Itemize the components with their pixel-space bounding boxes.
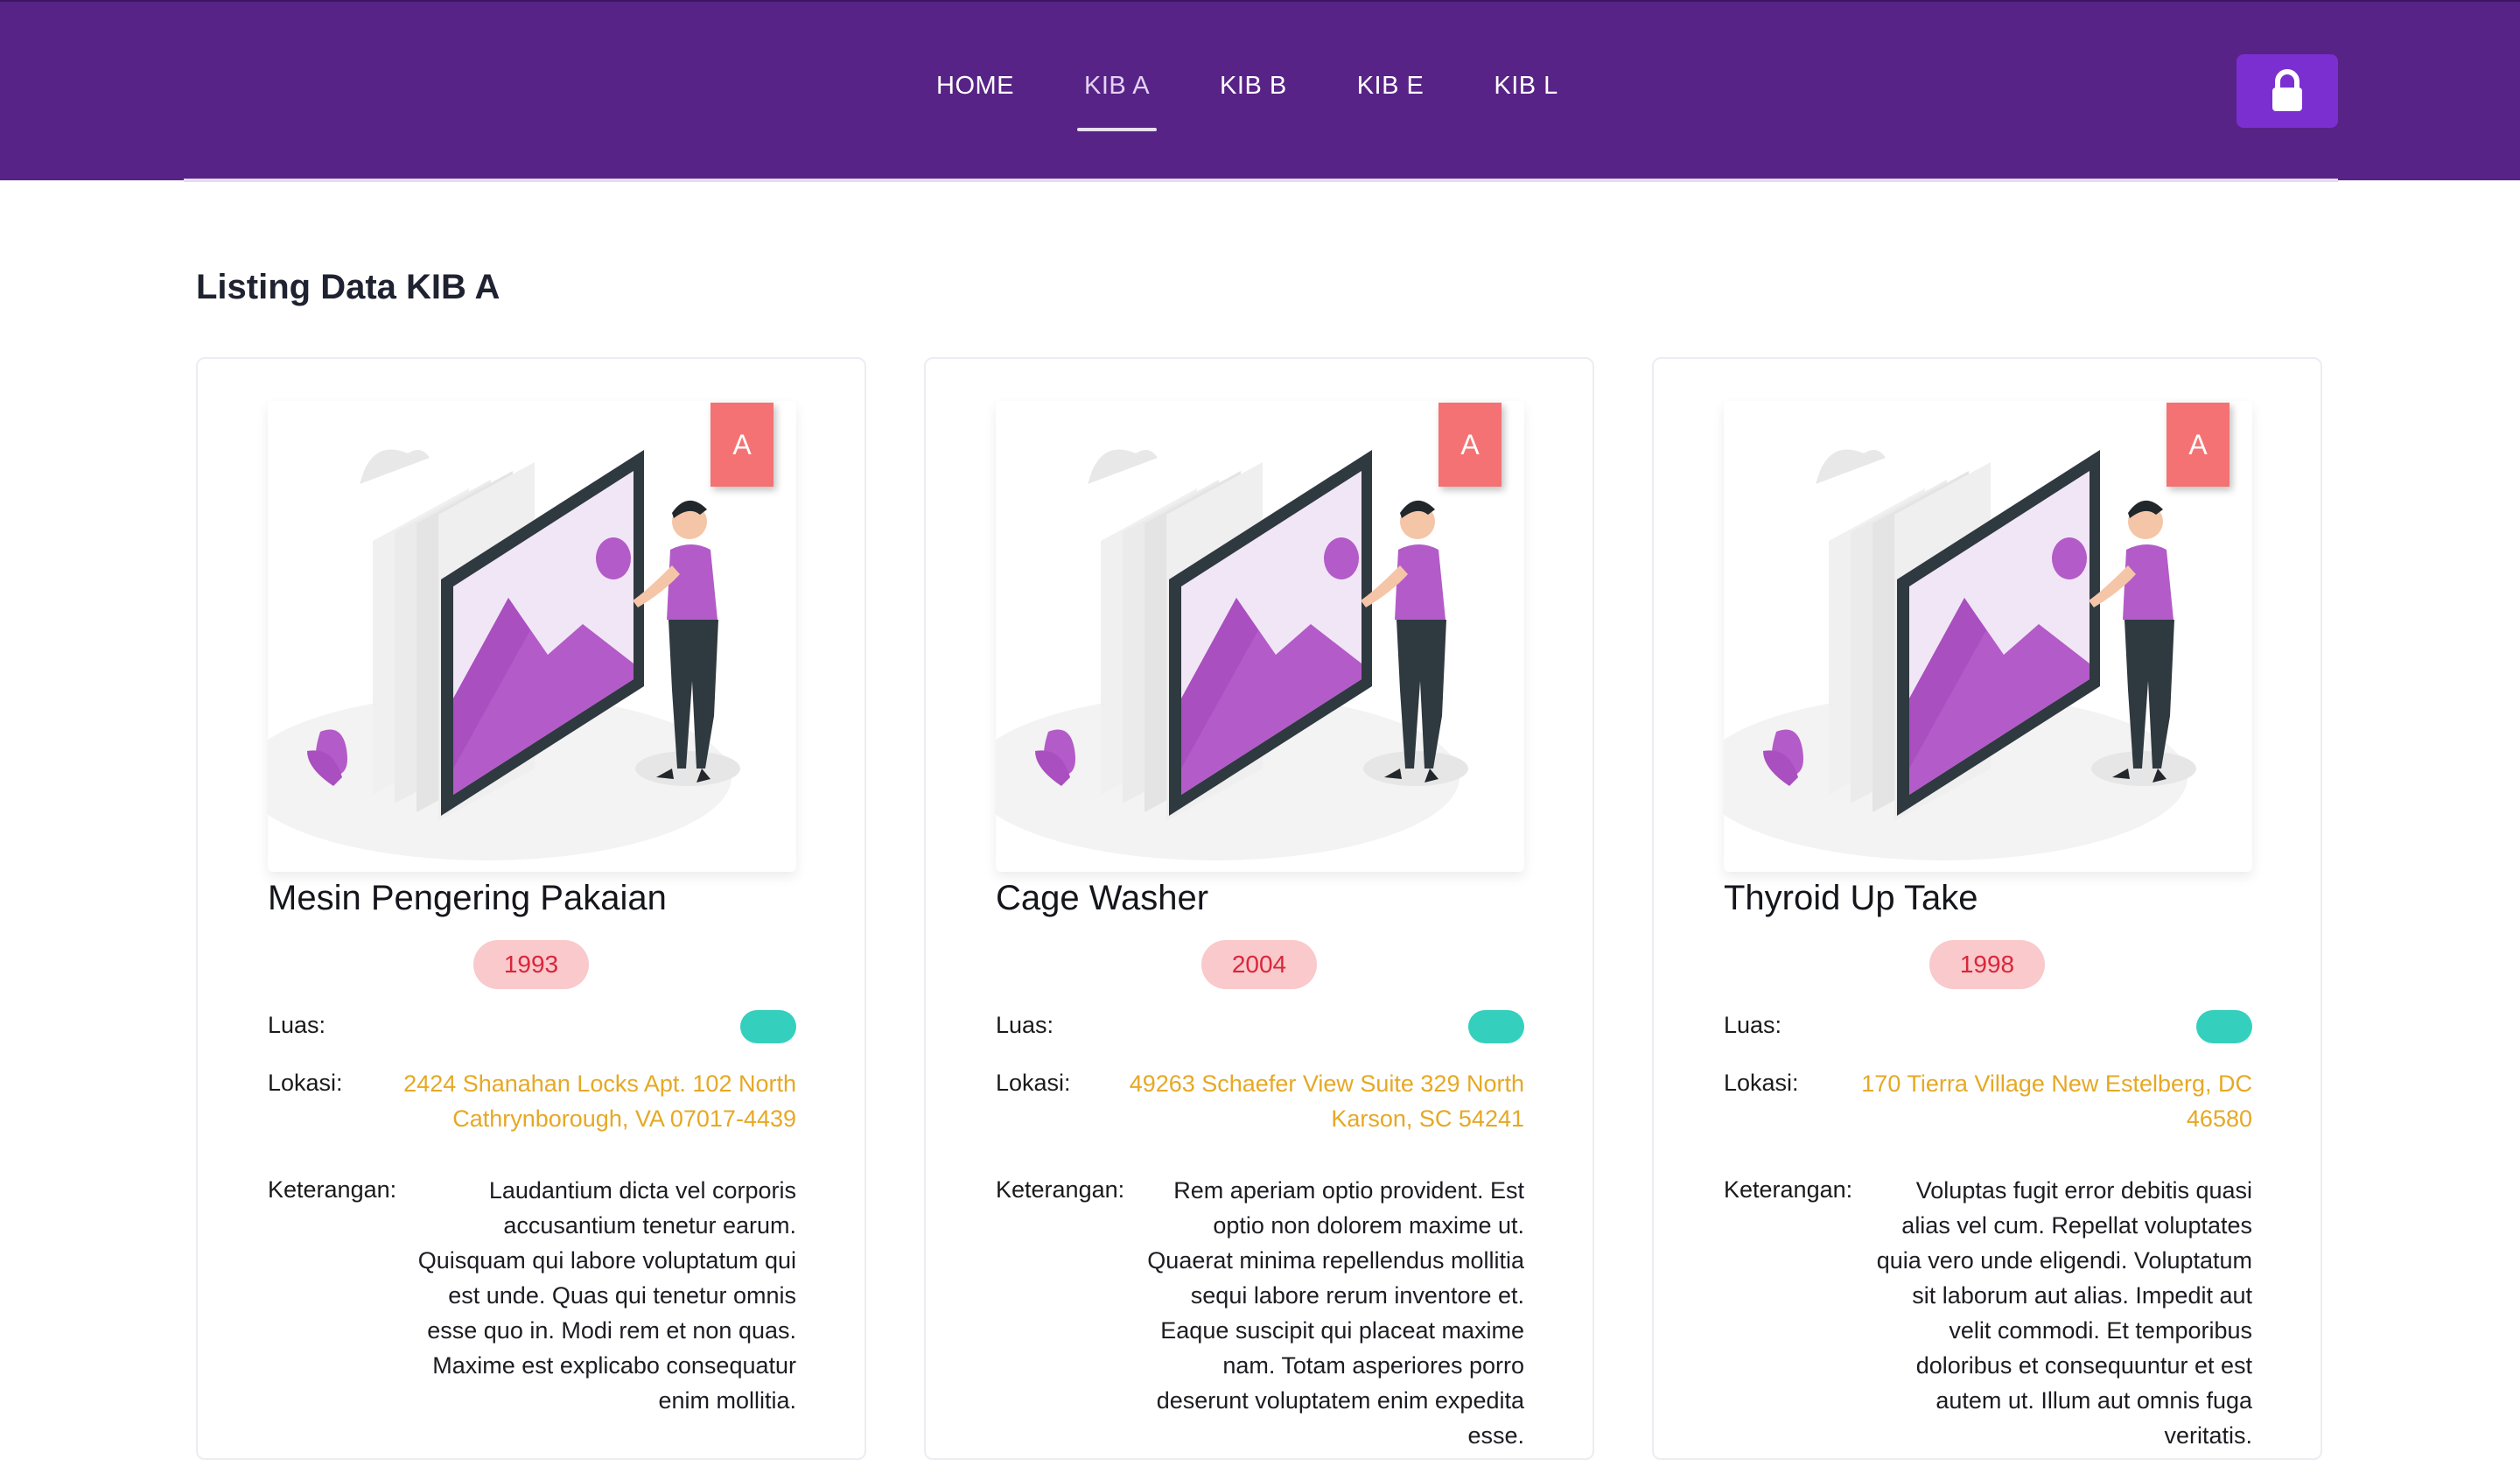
keterangan-value: Rem aperiam optio provident. Est optio n… xyxy=(1147,1177,1524,1449)
year-badge: 1998 xyxy=(1929,940,2045,989)
main-nav: HOME KIB A KIB B KIB E KIB L xyxy=(936,72,1628,131)
lokasi-label: Lokasi: xyxy=(1724,1070,1799,1096)
keterangan-value: Voluptas fugit error debitis quasi alias… xyxy=(1876,1177,2252,1449)
nav-kib-l[interactable]: KIB L xyxy=(1494,72,1558,101)
keterangan-label: Keterangan: xyxy=(996,1176,1125,1203)
lokasi-value: 2424 Shanahan Locks Apt. 102 North Cathr… xyxy=(403,1070,796,1132)
luas-label: Luas: xyxy=(268,1012,326,1038)
lokasi-label: Lokasi: xyxy=(996,1070,1071,1096)
card-title: Thyroid Up Take xyxy=(1724,879,1978,917)
category-badge: A xyxy=(1438,403,1502,487)
top-navbar: HOME KIB A KIB B KIB E KIB L xyxy=(0,0,2520,180)
login-button[interactable] xyxy=(2236,54,2338,128)
keterangan-label: Keterangan: xyxy=(1724,1176,1853,1203)
luas-label: Luas: xyxy=(996,1012,1054,1038)
keterangan-label: Keterangan: xyxy=(268,1176,397,1203)
lokasi-label: Lokasi: xyxy=(268,1070,343,1096)
card-title: Cage Washer xyxy=(996,879,1209,917)
nav-home[interactable]: HOME xyxy=(936,72,1014,101)
lokasi-value: 170 Tierra Village New Estelberg, DC 465… xyxy=(1861,1070,2252,1132)
category-badge: A xyxy=(710,403,774,487)
luas-value-pill xyxy=(2196,1010,2252,1043)
luas-value-pill xyxy=(740,1010,796,1043)
navbar-bottom-border xyxy=(184,179,2338,182)
lokasi-value: 49263 Schaefer View Suite 329 North Kars… xyxy=(1129,1070,1524,1132)
nav-kib-e[interactable]: KIB E xyxy=(1357,72,1424,101)
luas-label: Luas: xyxy=(1724,1012,1782,1038)
keterangan-value: Laudantium dicta vel corporis accusantiu… xyxy=(417,1177,796,1414)
luas-value-pill xyxy=(1468,1010,1524,1043)
year-badge: 1993 xyxy=(473,940,589,989)
page-title: Listing Data KIB A xyxy=(196,268,500,306)
nav-kib-a[interactable]: KIB A xyxy=(1076,72,1158,131)
category-badge: A xyxy=(2166,403,2230,487)
asset-card[interactable]: A Cage Washer 2004 Luas: Lokasi: 49263 S… xyxy=(924,357,1594,1460)
asset-card[interactable]: A Thyroid Up Take 1998 Luas: Lokasi: 170… xyxy=(1652,357,2322,1460)
nav-kib-b[interactable]: KIB B xyxy=(1220,72,1287,101)
asset-card[interactable]: A Mesin Pengering Pakaian 1993 Luas: Lok… xyxy=(196,357,866,1460)
year-badge: 2004 xyxy=(1201,940,1317,989)
card-title: Mesin Pengering Pakaian xyxy=(268,879,667,917)
lock-icon xyxy=(2272,69,2302,111)
